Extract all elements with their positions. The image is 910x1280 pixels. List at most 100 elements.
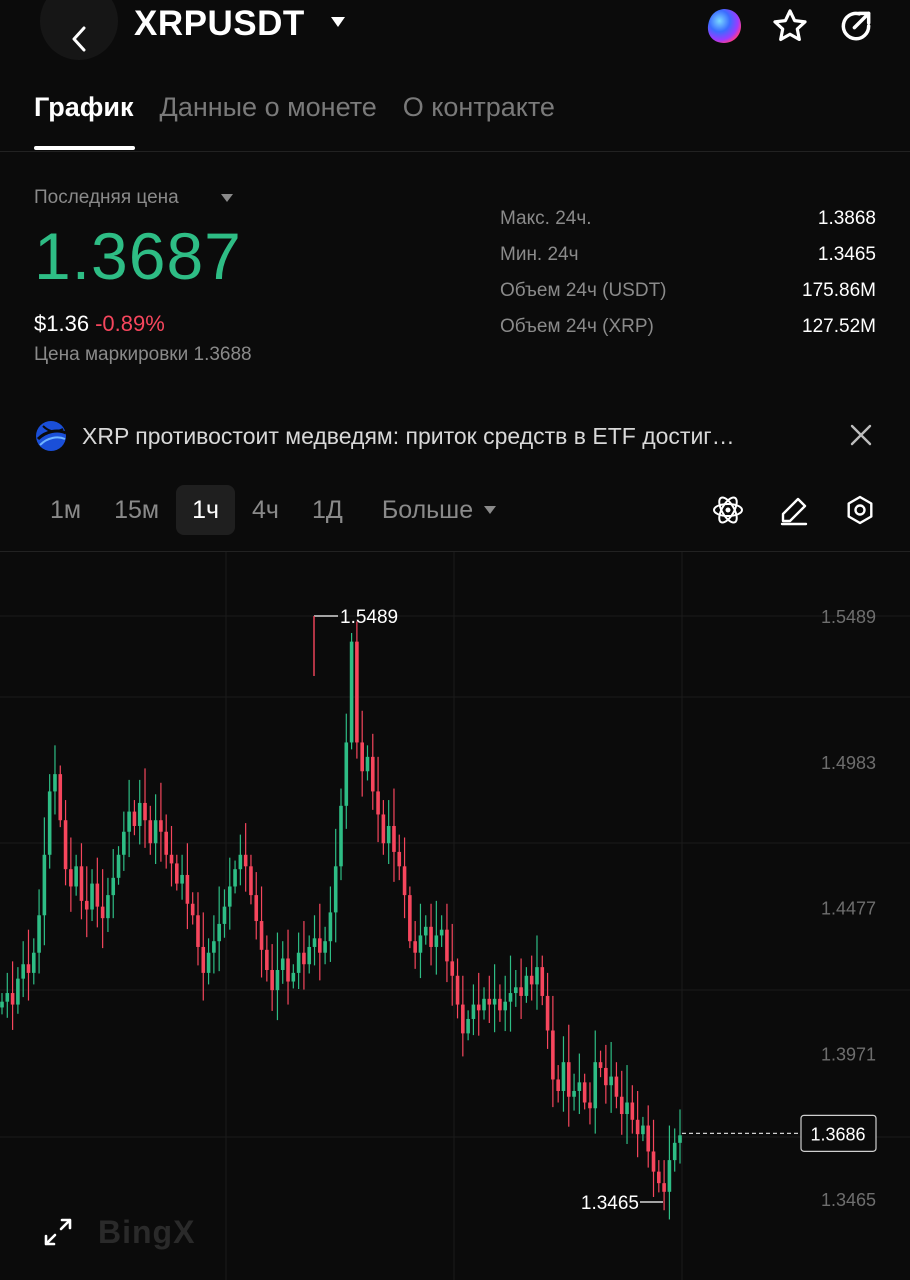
caret-down-icon[interactable] [220,193,234,203]
candle-body [365,756,370,772]
close-icon[interactable] [846,420,876,450]
candle-body [630,1102,635,1120]
timeframe-4h[interactable]: 4ч [236,485,295,535]
candle-body [344,742,349,806]
candle-body [174,863,179,884]
candle-body [312,938,317,947]
timeframe-15m[interactable]: 15м [98,485,175,535]
candle-body [100,906,105,919]
candle-body [69,869,73,887]
ai-orb-icon[interactable] [702,4,746,48]
candle-body [58,774,63,821]
caret-down-icon [484,506,497,514]
candle-body [540,967,545,996]
stat-value: 1.3868 [817,208,876,229]
candle-body [318,938,322,953]
candle-body [37,915,41,953]
candle-body [53,774,57,792]
candle-body [482,998,486,1011]
last-price-label[interactable]: Последняя цена [34,187,179,209]
candle-body [487,998,492,1005]
candle-body [148,820,153,844]
candle-body [566,1062,571,1097]
low-price-label: 1.3465 [581,1193,639,1214]
back-button[interactable] [40,0,118,60]
candle-body [26,964,31,973]
candle-body [445,929,449,962]
candle-body [535,967,539,985]
candle-body [413,941,417,953]
divider [0,151,910,152]
candle-body [678,1135,682,1143]
news-headline[interactable]: XRP противостоит медведям: приток средст… [82,423,842,450]
stat-value: 175.86M [802,280,876,301]
candle-body [286,958,290,982]
mark-price: Цена маркировки 1.3688 [34,344,252,365]
tab-chart[interactable]: График [34,92,134,123]
stat-label: Макс. 24ч. [500,208,592,229]
star-icon [773,9,807,42]
candle-body [418,935,423,953]
last-price-value: 1.3687 [34,219,242,293]
timeframe-1d[interactable]: 1Д [296,485,359,535]
candle-body [662,1183,666,1192]
candle-body [466,1018,470,1034]
candle-body [646,1125,651,1152]
high-price-label: 1.5489 [340,607,398,628]
price-change-percent: -0.89% [95,311,165,336]
y-axis-tick-label: 1.4983 [821,753,876,773]
candle-body [180,874,184,884]
candle-body [259,921,264,950]
candle-body [10,993,15,1005]
timeframe-bar: 1м 15м 1ч 4ч 1Д Больше [34,485,514,535]
candle-body [307,946,312,965]
candle-body [577,1082,582,1091]
tab-contract-info[interactable]: О контракте [403,92,555,123]
candle-body [492,998,497,1005]
candle-body [524,975,529,996]
active-tab-indicator [34,146,135,150]
y-axis-tick-label: 1.5489 [821,607,876,627]
stat-row-volume-xrp: Объем 24ч (XRP) 127.52M [500,316,876,352]
candle-body [47,791,52,855]
candle-body [5,993,10,1002]
caret-down-icon[interactable] [330,16,346,28]
tab-coin-data[interactable]: Данные о монете [160,92,377,123]
favorite-star-button[interactable] [768,4,812,48]
draw-pen-icon [780,497,808,526]
candlestick-chart[interactable]: 1.5489 1.4983 1.4477 1.3971 1.3465 1.5489 1.34… [0,552,910,1280]
indicators-button[interactable] [708,490,748,530]
timeframe-1m[interactable]: 1м [34,485,97,535]
candle-body [190,903,195,916]
candle-body [339,805,343,867]
candle-body [21,964,25,979]
usd-price: $1.36 [34,311,90,336]
candle-body [582,1082,587,1103]
candle-body [672,1142,677,1161]
timeframe-more-dropdown[interactable]: Больше [366,485,513,535]
candle-body [137,802,142,826]
candle-body [212,941,216,953]
candle-body [439,929,444,936]
candle-body [291,972,296,982]
candle-body [31,952,36,973]
candle-body [513,987,518,994]
candle-body [116,854,121,878]
candle-body [408,895,412,942]
draw-button[interactable] [774,490,814,530]
candle-body [132,811,137,826]
candle-body [397,851,402,867]
pair-title[interactable]: XRPUSDT [134,4,305,44]
candle-body [561,1062,566,1091]
candle-body [376,791,380,815]
expand-fullscreen-icon[interactable] [42,1216,74,1248]
candle-body [635,1119,640,1135]
timeframe-1h[interactable]: 1ч [176,485,236,535]
candle-body [461,1004,465,1034]
candle-body [551,1030,555,1080]
share-button[interactable] [834,4,878,48]
chart-settings-button[interactable] [840,490,880,530]
candle-body [402,866,407,896]
candle-body [90,883,94,910]
news-ticker[interactable]: XRP противостоит медведям: приток средст… [34,416,876,456]
